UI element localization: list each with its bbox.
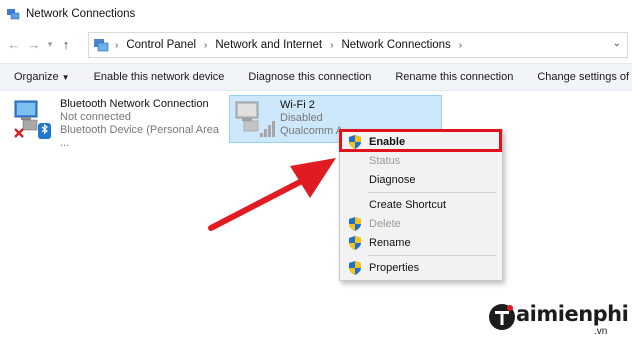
watermark-t-icon bbox=[489, 304, 515, 330]
shield-icon bbox=[346, 235, 364, 251]
menu-item-label: Delete bbox=[369, 218, 401, 230]
network-connections-window: Network Connections ← → ▾ ↑ › Control Pa… bbox=[0, 0, 632, 342]
shield-icon bbox=[346, 216, 364, 232]
menu-item-rename[interactable]: Rename bbox=[340, 233, 502, 253]
watermark-logo: aimienphi .vn bbox=[488, 300, 629, 340]
watermark-brand: aimienphi bbox=[516, 302, 629, 326]
menu-item-diagnose[interactable]: Diagnose bbox=[340, 170, 502, 190]
menu-separator bbox=[368, 255, 496, 256]
watermark-suffix: .vn bbox=[594, 326, 608, 337]
menu-item-label: Properties bbox=[369, 262, 420, 274]
menu-separator bbox=[368, 192, 496, 193]
menu-item-delete[interactable]: Delete bbox=[340, 214, 502, 234]
enable-highlight-box bbox=[339, 129, 502, 152]
shield-icon bbox=[346, 260, 364, 276]
menu-item-status[interactable]: Status bbox=[340, 151, 502, 171]
menu-item-label: Diagnose bbox=[369, 174, 416, 186]
menu-item-properties[interactable]: Properties bbox=[340, 258, 502, 278]
menu-item-label: Create Shortcut bbox=[369, 199, 447, 211]
menu-item-label: Rename bbox=[369, 237, 411, 249]
menu-item-label: Status bbox=[369, 155, 401, 167]
menu-item-create-shortcut[interactable]: Create Shortcut bbox=[340, 195, 502, 215]
annotation-arrow-icon bbox=[208, 158, 336, 231]
